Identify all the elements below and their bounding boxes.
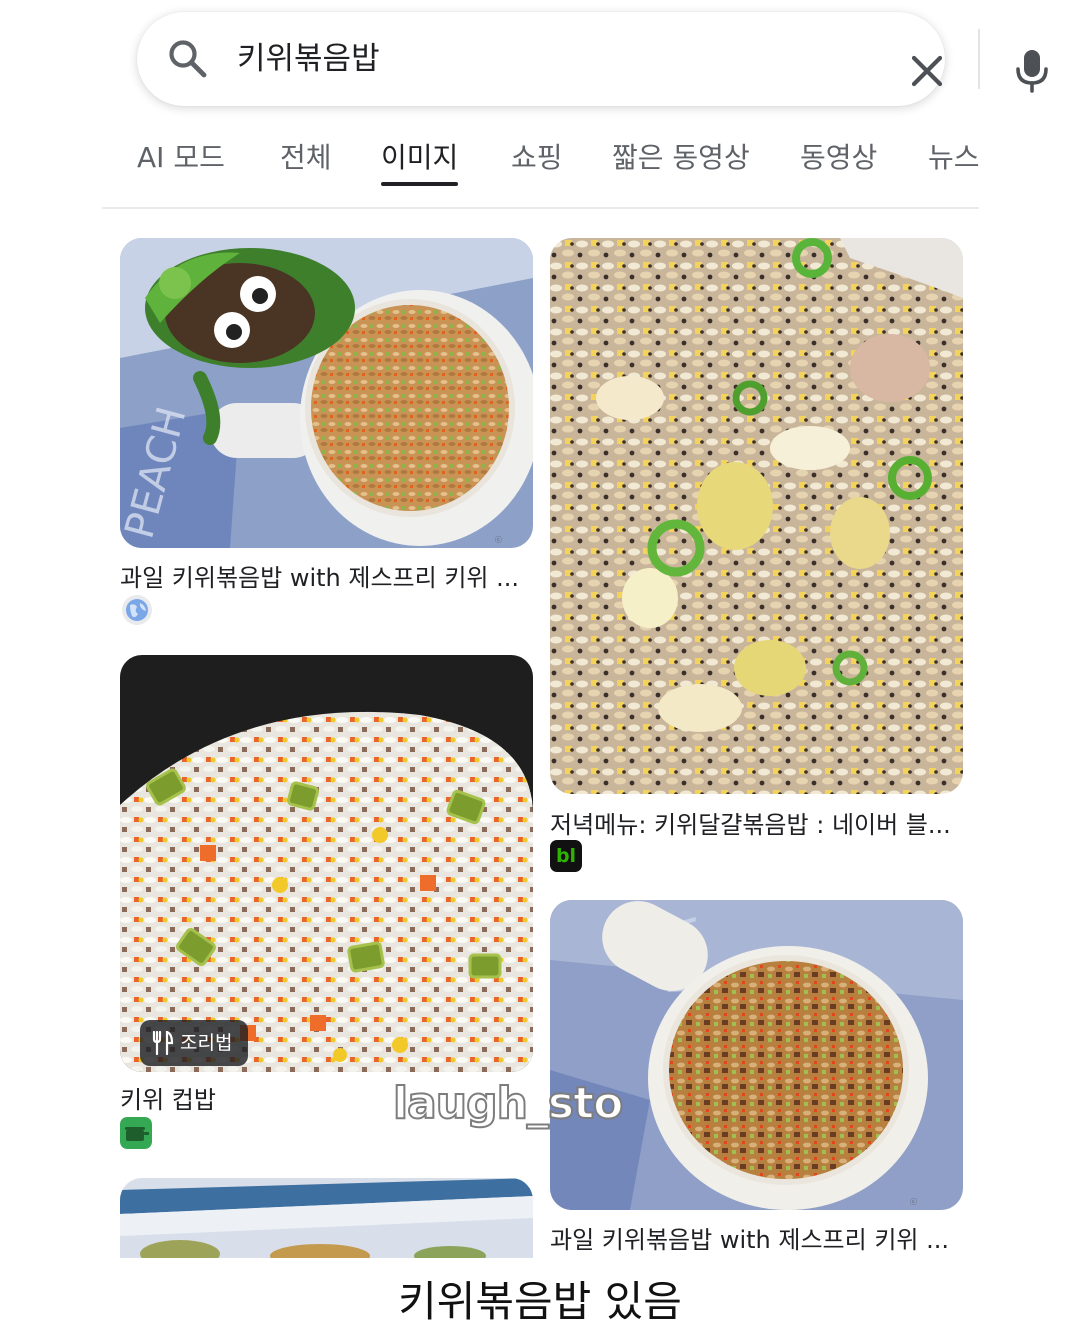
tab-ai-mode[interactable]: AI 모드 bbox=[137, 136, 225, 186]
clear-icon[interactable] bbox=[909, 53, 945, 89]
result-image-5[interactable] bbox=[120, 1178, 533, 1258]
result-image-4[interactable]: Win ⓒ bbox=[550, 900, 963, 1210]
fork-knife-icon bbox=[152, 1031, 174, 1055]
fried-rice-photo-5 bbox=[120, 1178, 533, 1258]
result-title-4[interactable]: 과일 키위볶음밥 with 제스프리 키위 ... bbox=[550, 1220, 963, 1255]
search-tabs: AI 모드 전체 이미지 쇼핑 짧은 동영상 동영상 뉴스 bbox=[0, 130, 1080, 190]
watermark: laugh_sto bbox=[392, 1077, 624, 1130]
search-input[interactable] bbox=[237, 12, 737, 106]
svg-text:ⓒ: ⓒ bbox=[910, 1198, 917, 1206]
cooking-pot-icon bbox=[120, 1117, 152, 1149]
search-icon[interactable] bbox=[167, 38, 209, 80]
svg-text:ⓒ: ⓒ bbox=[495, 536, 502, 544]
result-title-1[interactable]: 과일 키위볶음밥 with 제스프리 키위 ... bbox=[120, 558, 533, 593]
fried-rice-photo-3 bbox=[120, 655, 533, 1072]
tab-all[interactable]: 전체 bbox=[280, 136, 332, 186]
search-bar[interactable] bbox=[137, 12, 1048, 106]
microphone-icon[interactable] bbox=[1015, 49, 1049, 93]
result-image-3[interactable] bbox=[120, 655, 533, 1072]
recipe-badge: 조리법 bbox=[140, 1020, 248, 1066]
fried-rice-photo-1: PEACH ⓒ bbox=[120, 238, 533, 548]
fried-rice-photo-4: Win ⓒ bbox=[550, 900, 963, 1210]
tab-news[interactable]: 뉴스 bbox=[928, 136, 980, 186]
result-title-2[interactable]: 저녁메뉴: 키위달걀볶음밥 : 네이버 블... bbox=[550, 805, 963, 840]
active-tab-underline bbox=[381, 182, 459, 186]
tabs-divider bbox=[102, 207, 979, 209]
overlay-caption: 키위볶음밥 있음 bbox=[398, 1277, 682, 1326]
tab-shopping[interactable]: 쇼핑 bbox=[511, 136, 563, 186]
result-image-1[interactable]: PEACH ⓒ bbox=[120, 238, 533, 548]
tab-short-videos[interactable]: 짧은 동영상 bbox=[612, 136, 750, 186]
tab-videos[interactable]: 동영상 bbox=[800, 136, 877, 186]
fried-rice-photo-2 bbox=[550, 238, 963, 794]
result-image-2[interactable] bbox=[550, 238, 963, 794]
search-divider bbox=[978, 29, 980, 89]
globe-icon bbox=[122, 595, 152, 625]
naver-blog-icon: bl bbox=[550, 840, 582, 872]
tab-images[interactable]: 이미지 bbox=[381, 136, 459, 186]
